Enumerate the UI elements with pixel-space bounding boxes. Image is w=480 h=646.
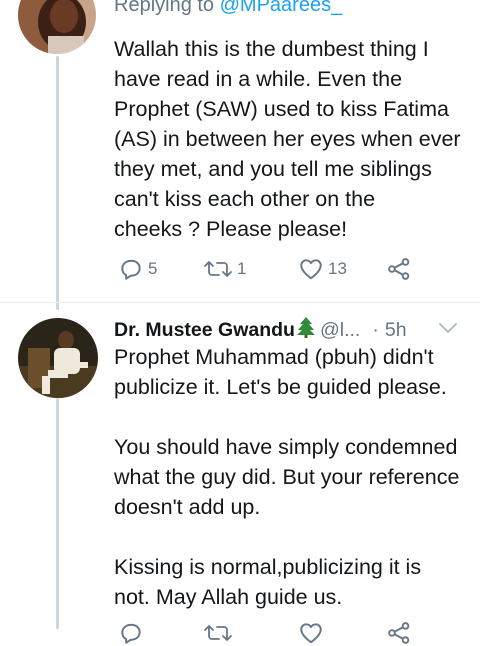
tweet-divider [0, 302, 480, 303]
retweet-button-second[interactable] [203, 620, 233, 646]
reply-icon [121, 259, 141, 280]
display-name[interactable]: Dr. Mustee Gwandu [114, 319, 295, 342]
separator-dot: · [372, 318, 379, 341]
heart-icon [300, 259, 322, 280]
replying-to: Replying to @MPaarees_ [114, 0, 342, 17]
like-count: 13 [328, 259, 347, 278]
avatar-photo-second [18, 318, 98, 398]
replying-prefix: Replying to [114, 0, 215, 16]
share-icon [388, 258, 410, 280]
thread-line-bottom [56, 398, 59, 629]
reply-button[interactable]: 5 [118, 256, 157, 282]
avatar[interactable] [18, 0, 96, 54]
christmas-tree-emoji [296, 316, 315, 344]
more-options-button[interactable] [437, 320, 459, 341]
avatar-second[interactable] [18, 318, 98, 398]
tweet-text-second: Prophet Muhammad (pbuh) didn't publicize… [114, 345, 460, 609]
retweet-button[interactable]: 1 [203, 256, 246, 282]
tweet-text: Wallah this is the dumbest thing I have … [114, 37, 461, 241]
reply-icon [121, 623, 141, 644]
like-button-second[interactable] [298, 620, 324, 646]
tweet-header: Dr. Mustee Gwandu @l... · 5h [114, 316, 464, 344]
timestamp[interactable]: 5h [385, 319, 407, 342]
reply-count: 5 [148, 259, 158, 278]
heart-icon [300, 623, 322, 644]
retweet-count: 1 [237, 259, 247, 278]
user-handle[interactable]: @l... [320, 319, 360, 342]
share-button[interactable] [386, 256, 412, 282]
thread-line-top [56, 56, 59, 310]
share-button-second[interactable] [386, 620, 412, 646]
share-icon [388, 622, 410, 644]
like-button[interactable]: 13 [298, 256, 347, 282]
avatar-photo [18, 0, 96, 54]
replying-handle-link[interactable]: @MPaarees_ [220, 0, 343, 16]
retweet-icon [204, 625, 232, 641]
chevron-down-icon [439, 323, 457, 333]
reply-button-second[interactable] [118, 620, 144, 646]
retweet-icon [204, 261, 232, 277]
